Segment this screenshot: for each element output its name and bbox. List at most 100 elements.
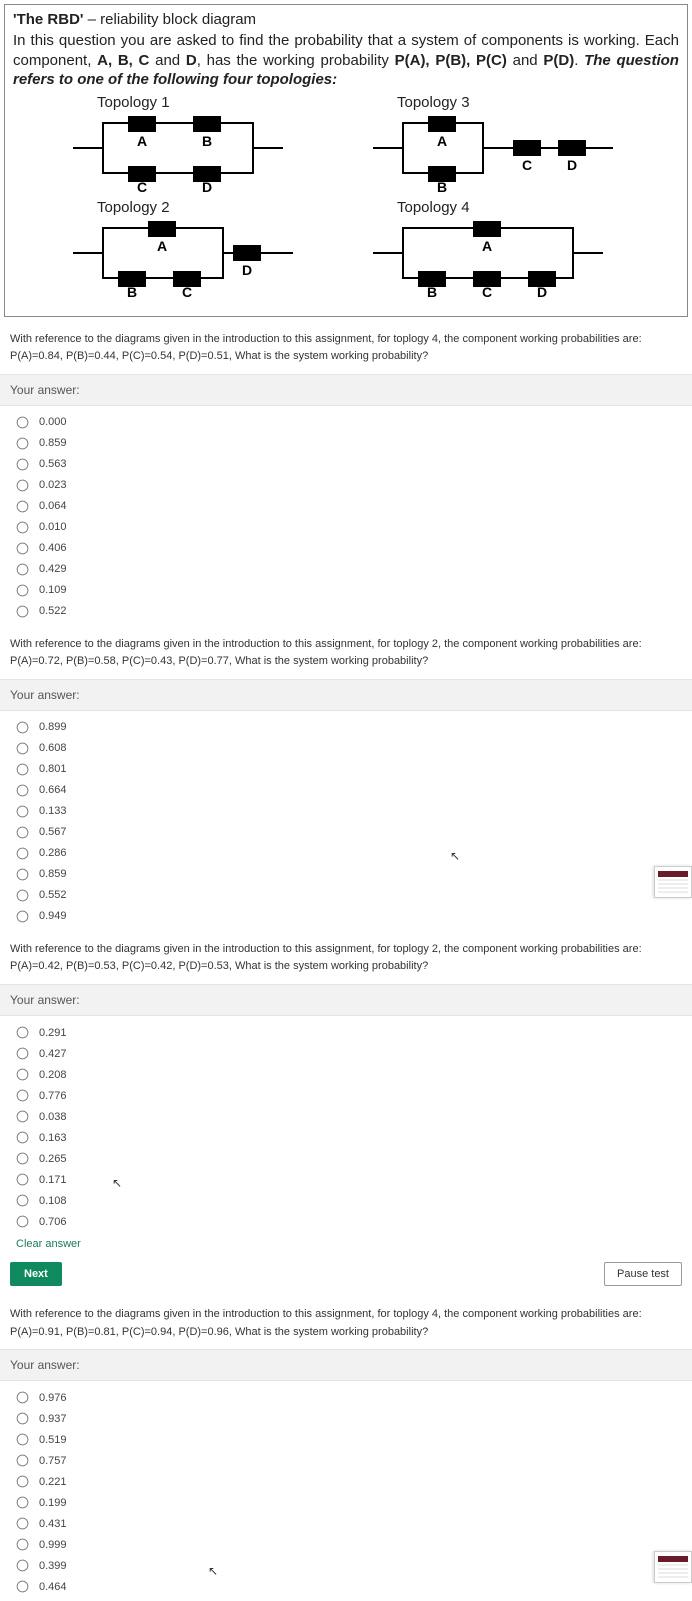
radio-input[interactable] — [17, 1581, 29, 1593]
topology-3-label: Topology 3 — [373, 94, 633, 111]
option-row[interactable]: 0.859 — [16, 433, 682, 454]
radio-input[interactable] — [17, 521, 29, 533]
option-label: 0.133 — [39, 805, 67, 817]
radio-input[interactable] — [17, 1195, 29, 1207]
option-row[interactable]: 0.522 — [16, 601, 682, 622]
option-row[interactable]: 0.171 — [16, 1169, 682, 1190]
option-row[interactable]: 0.023 — [16, 475, 682, 496]
option-row[interactable]: 0.429 — [16, 559, 682, 580]
radio-input[interactable] — [17, 785, 29, 797]
topology-4-label: Topology 4 — [373, 199, 633, 216]
radio-input[interactable] — [17, 848, 29, 860]
option-row[interactable]: 0.899 — [16, 717, 682, 738]
option-row[interactable]: 0.199 — [16, 1492, 682, 1513]
option-row[interactable]: 0.664 — [16, 780, 682, 801]
radio-input[interactable] — [17, 1392, 29, 1404]
option-row[interactable]: 0.757 — [16, 1450, 682, 1471]
radio-input[interactable] — [17, 1069, 29, 1081]
option-label: 0.431 — [39, 1518, 67, 1530]
topology-1-label: Topology 1 — [73, 94, 333, 111]
option-row[interactable]: 0.000 — [16, 412, 682, 433]
radio-input[interactable] — [17, 1560, 29, 1572]
option-row[interactable]: 0.937 — [16, 1408, 682, 1429]
option-label: 0.776 — [39, 1090, 67, 1102]
radio-input[interactable] — [17, 911, 29, 923]
radio-input[interactable] — [17, 743, 29, 755]
option-row[interactable]: 0.038 — [16, 1106, 682, 1127]
radio-input[interactable] — [17, 1153, 29, 1165]
next-button[interactable]: Next — [10, 1262, 62, 1286]
option-label: 0.010 — [39, 521, 67, 533]
radio-input[interactable] — [17, 764, 29, 776]
radio-input[interactable] — [17, 542, 29, 554]
radio-input[interactable] — [17, 869, 29, 881]
option-row[interactable]: 0.859 — [16, 864, 682, 885]
option-row[interactable]: 0.976 — [16, 1387, 682, 1408]
topology-3: Topology 3 A B C D — [373, 94, 633, 193]
radio-input[interactable] — [17, 605, 29, 617]
radio-input[interactable] — [17, 1132, 29, 1144]
radio-input[interactable] — [17, 458, 29, 470]
option-row[interactable]: 0.208 — [16, 1064, 682, 1085]
option-label: 0.023 — [39, 479, 67, 491]
option-row[interactable]: 0.265 — [16, 1148, 682, 1169]
option-row[interactable]: 0.291 — [16, 1022, 682, 1043]
radio-input[interactable] — [17, 1413, 29, 1425]
option-row[interactable]: 0.406 — [16, 538, 682, 559]
option-row[interactable]: 0.010 — [16, 517, 682, 538]
option-label: 0.000 — [39, 416, 67, 428]
option-row[interactable]: 0.163 — [16, 1127, 682, 1148]
radio-input[interactable] — [17, 1539, 29, 1551]
radio-input[interactable] — [17, 806, 29, 818]
option-row[interactable]: 0.109 — [16, 580, 682, 601]
radio-input[interactable] — [17, 1216, 29, 1228]
option-row[interactable]: 0.563 — [16, 454, 682, 475]
option-row[interactable]: 0.064 — [16, 496, 682, 517]
radio-input[interactable] — [17, 1518, 29, 1530]
radio-input[interactable] — [17, 722, 29, 734]
option-row[interactable]: 0.399 — [16, 1555, 682, 1576]
radio-input[interactable] — [17, 827, 29, 839]
option-row[interactable]: 0.519 — [16, 1429, 682, 1450]
option-label: 0.064 — [39, 500, 67, 512]
radio-input[interactable] — [17, 1027, 29, 1039]
option-row[interactable]: 0.133 — [16, 801, 682, 822]
radio-input[interactable] — [17, 1048, 29, 1060]
option-row[interactable]: 0.706 — [16, 1211, 682, 1232]
option-row[interactable]: 0.567 — [16, 822, 682, 843]
option-row[interactable]: 0.431 — [16, 1513, 682, 1534]
radio-input[interactable] — [17, 584, 29, 596]
option-row[interactable]: 0.108 — [16, 1190, 682, 1211]
option-row[interactable]: 0.776 — [16, 1085, 682, 1106]
radio-input[interactable] — [17, 1174, 29, 1186]
option-row[interactable]: 0.801 — [16, 759, 682, 780]
radio-input[interactable] — [17, 1434, 29, 1446]
radio-input[interactable] — [17, 416, 29, 428]
option-row[interactable]: 0.949 — [16, 906, 682, 927]
option-row[interactable]: 0.552 — [16, 885, 682, 906]
radio-input[interactable] — [17, 1455, 29, 1467]
svg-text:B: B — [427, 284, 437, 298]
pause-test-button[interactable]: Pause test — [604, 1262, 682, 1286]
radio-input[interactable] — [17, 479, 29, 491]
option-row[interactable]: 0.286 — [16, 843, 682, 864]
radio-input[interactable] — [17, 1090, 29, 1102]
radio-input[interactable] — [17, 1476, 29, 1488]
radio-input[interactable] — [17, 437, 29, 449]
answer-header-2: Your answer: — [0, 679, 692, 711]
clear-answer-link[interactable]: Clear answer — [0, 1236, 692, 1258]
option-row[interactable]: 0.999 — [16, 1534, 682, 1555]
option-row[interactable]: 0.608 — [16, 738, 682, 759]
option-row[interactable]: 0.427 — [16, 1043, 682, 1064]
option-label: 0.567 — [39, 826, 67, 838]
svg-text:A: A — [437, 133, 447, 149]
radio-input[interactable] — [17, 1497, 29, 1509]
option-label: 0.519 — [39, 1434, 67, 1446]
radio-input[interactable] — [17, 1111, 29, 1123]
option-row[interactable]: 0.221 — [16, 1471, 682, 1492]
option-row[interactable]: 0.464 — [16, 1576, 682, 1597]
radio-input[interactable] — [17, 563, 29, 575]
option-label: 0.163 — [39, 1132, 67, 1144]
radio-input[interactable] — [17, 500, 29, 512]
radio-input[interactable] — [17, 890, 29, 902]
